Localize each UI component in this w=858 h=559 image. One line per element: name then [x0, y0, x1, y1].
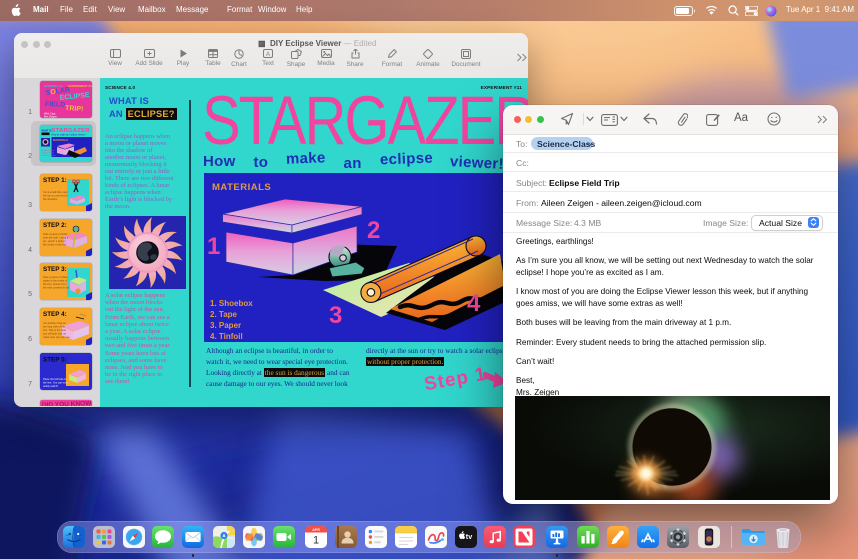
svg-text:A: A	[266, 52, 270, 58]
svg-text:Cut a small hole near: Cut a small hole near	[43, 190, 68, 194]
svg-text:safely watch!: safely watch!	[43, 384, 58, 388]
svg-text:box. This is the hole: box. This is the hole	[43, 328, 67, 332]
svg-text:1. Shoebox: 1. Shoebox	[210, 299, 253, 308]
svg-text:Mrs Zeigen: Mrs Zeigen	[44, 115, 58, 119]
svg-text:Place the foil hole in: Place the foil hole in	[43, 377, 67, 381]
svg-text:the moon blocks: the moon blocks	[41, 154, 56, 157]
svg-text:the long side of the: the long side of the	[43, 325, 65, 329]
svg-text:4. Tinfoil: 4. Tinfoil	[210, 332, 243, 341]
svg-text:the center of the foil.: the center of the foil.	[43, 243, 67, 247]
svg-text:tv: tv	[466, 532, 472, 541]
svg-text:4: 4	[467, 290, 481, 317]
svg-text:FIELD: FIELD	[45, 101, 65, 109]
svg-text:APR: APR	[312, 528, 320, 532]
svg-text:WHAT IS: WHAT IS	[42, 130, 52, 133]
svg-text:3. Paper: 3. Paper	[210, 321, 241, 330]
svg-text:MATERIALS: MATERIALS	[53, 138, 68, 142]
svg-text:STEP 4:: STEP 4:	[43, 311, 67, 318]
svg-text:the box, across from: the box, across from	[43, 282, 67, 286]
svg-text:Cut another hole on: Cut another hole on	[43, 321, 66, 325]
svg-text:2: 2	[367, 217, 380, 244]
svg-text:the line. You can now: the line. You can now	[43, 381, 68, 385]
svg-text:over the hole. Using a: over the hole. Using a	[43, 236, 69, 240]
svg-text:paper to the inside of: paper to the inside of	[43, 279, 68, 283]
svg-text:1: 1	[207, 233, 220, 260]
svg-text:pin, punch a hole in: pin, punch a hole in	[43, 239, 66, 243]
svg-text:make sure you can see: make sure you can see	[43, 335, 70, 339]
svg-text:you will look into, so: you will look into, so	[43, 332, 67, 336]
svg-text:How to make an eclipse viewer!: How to make an eclipse viewer!	[52, 134, 86, 137]
svg-text:the top on one end of: the top on one end of	[43, 194, 68, 198]
svg-text:Tape a piece of tinfoil: Tape a piece of tinfoil	[43, 232, 68, 236]
svg-text:STEP 1:: STEP 1:	[43, 177, 67, 184]
svg-text:EXPERIMENT #11: EXPERIMENT #11	[68, 84, 92, 88]
svg-text:3: 3	[329, 302, 342, 329]
svg-text:A solar eclipse: A solar eclipse	[41, 149, 55, 152]
svg-text:Tape a piece of white: Tape a piece of white	[43, 275, 68, 279]
svg-text:1: 1	[313, 535, 319, 547]
svg-text:TRIP!: TRIP!	[65, 105, 84, 113]
svg-text:DID YOU KNOW: DID YOU KNOW	[42, 400, 92, 406]
svg-text:STEP 2:: STEP 2:	[43, 222, 67, 229]
svg-text:STEP 3:: STEP 3:	[43, 266, 67, 273]
svg-text:the shoebox.: the shoebox.	[43, 197, 58, 201]
svg-text:the hole covered in foil.: the hole covered in foil.	[43, 286, 70, 290]
svg-text:STEP 5:: STEP 5:	[43, 357, 67, 364]
svg-text:MATERIALS: MATERIALS	[212, 182, 271, 193]
svg-text:2. Tape: 2. Tape	[210, 310, 238, 319]
